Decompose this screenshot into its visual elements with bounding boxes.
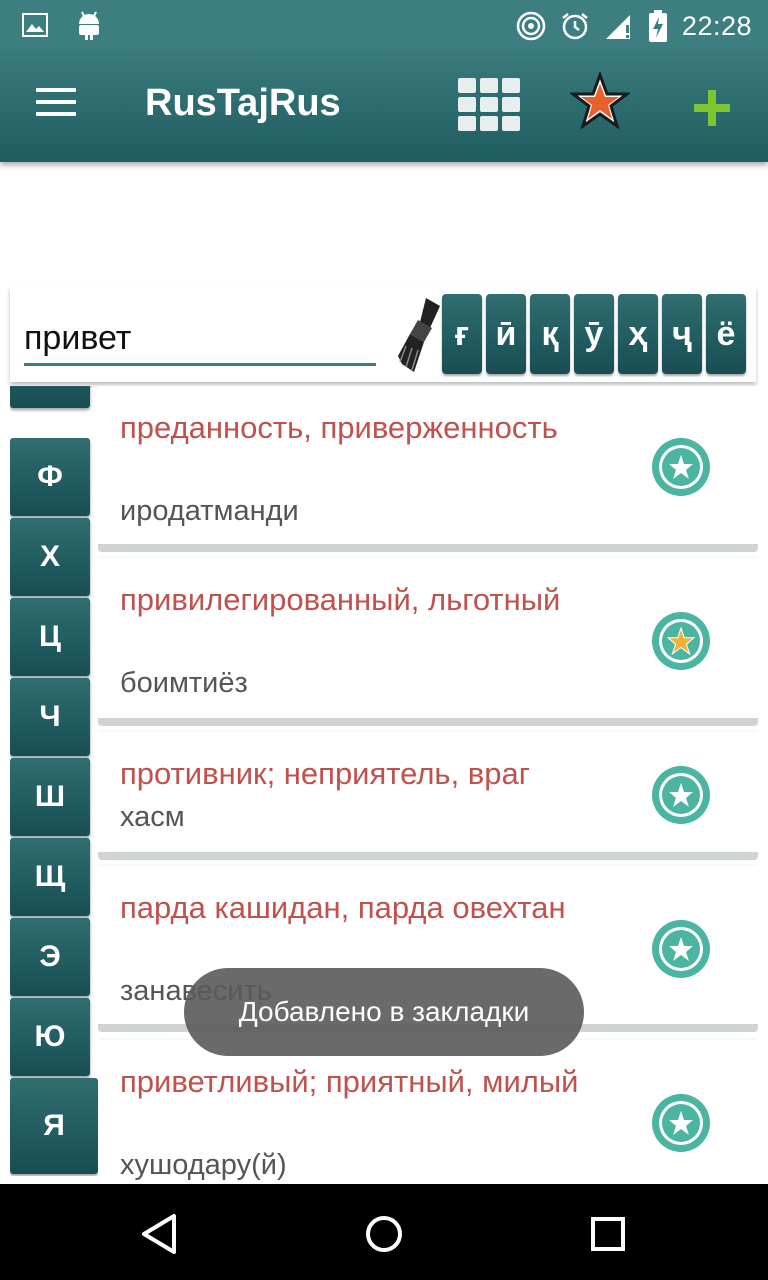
- hotspot-icon: [516, 11, 546, 41]
- bookmark-star-icon[interactable]: [652, 1094, 710, 1152]
- home-icon[interactable]: [362, 1212, 406, 1256]
- status-time: 22:28: [681, 11, 752, 41]
- alpha-button[interactable]: Я: [10, 1078, 98, 1174]
- alpha-button[interactable]: Щ: [10, 838, 90, 916]
- letter-key[interactable]: қ: [530, 294, 570, 374]
- plus-icon[interactable]: [692, 88, 732, 128]
- bookmark-star-icon[interactable]: [652, 920, 710, 978]
- result-russian: приветливый; приятный, милый: [120, 1064, 579, 1099]
- alpha-button[interactable]: Ф: [10, 438, 90, 516]
- alpha-button[interactable]: У: [10, 386, 90, 408]
- recents-icon[interactable]: [586, 1212, 630, 1256]
- alpha-button[interactable]: Х: [10, 518, 90, 596]
- bookmark-star-icon[interactable]: [652, 612, 710, 670]
- app-bar: RusTajRus: [0, 52, 768, 162]
- result-tajik: иродатманди: [120, 495, 299, 527]
- alpha-button[interactable]: Ш: [10, 758, 90, 836]
- letter-key[interactable]: ӣ: [486, 294, 526, 374]
- image-icon: [22, 13, 48, 37]
- alarm-icon: [560, 11, 590, 41]
- star-icon[interactable]: [568, 70, 632, 132]
- special-letters-keyboard: ғ ӣ қ ӯ ҳ ҷ ё: [442, 294, 746, 374]
- results-list: преданность, приверженность иродатманди …: [98, 386, 758, 1184]
- list-item[interactable]: приветливый; приятный, милый хушодару(й): [98, 1040, 758, 1184]
- search-input[interactable]: [24, 314, 376, 366]
- android-icon: [76, 10, 102, 40]
- back-icon[interactable]: [138, 1212, 182, 1256]
- clear-broom-icon[interactable]: [396, 294, 444, 376]
- result-russian: преданность, приверженность: [120, 410, 558, 445]
- alpha-button[interactable]: Ч: [10, 678, 90, 756]
- letter-key[interactable]: ҳ: [618, 294, 658, 374]
- bookmark-star-icon[interactable]: [652, 766, 710, 824]
- result-tajik: боимтиёз: [120, 667, 248, 699]
- navigation-bar: [0, 1184, 768, 1280]
- alpha-button[interactable]: Ю: [10, 998, 90, 1076]
- result-tajik: хасм: [120, 801, 185, 833]
- letter-key[interactable]: ғ: [442, 294, 482, 374]
- alpha-button[interactable]: Ц: [10, 598, 90, 676]
- status-bar: 22:28: [0, 0, 768, 52]
- result-russian: привилегированный, льготный: [120, 582, 561, 617]
- letter-key[interactable]: ҷ: [662, 294, 702, 374]
- search-bar: ғ ӣ қ ӯ ҳ ҷ ё: [10, 286, 756, 382]
- alphabet-index: У Ф Х Ц Ч Ш Щ Э Ю Я: [10, 386, 100, 1176]
- menu-icon[interactable]: [36, 88, 76, 124]
- alpha-button[interactable]: Э: [10, 918, 90, 996]
- battery-charging-icon: [648, 10, 668, 42]
- signal-icon: [604, 11, 634, 41]
- bookmark-star-icon[interactable]: [652, 438, 710, 496]
- grid-icon[interactable]: [458, 78, 520, 134]
- toast-message: Добавлено в закладки: [184, 968, 584, 1056]
- letter-key[interactable]: ё: [706, 294, 746, 374]
- list-item[interactable]: преданность, приверженность иродатманди: [98, 386, 758, 552]
- result-russian: парда кашидан, парда овехтан: [120, 890, 566, 925]
- letter-key[interactable]: ӯ: [574, 294, 614, 374]
- result-russian: противник; неприятель, враг: [120, 756, 531, 791]
- app-title: RusTajRus: [145, 82, 341, 124]
- list-item[interactable]: привилегированный, льготный боимтиёз: [98, 558, 758, 726]
- result-tajik: хушодару(й): [120, 1149, 287, 1181]
- list-item[interactable]: противник; неприятель, враг хасм: [98, 732, 758, 860]
